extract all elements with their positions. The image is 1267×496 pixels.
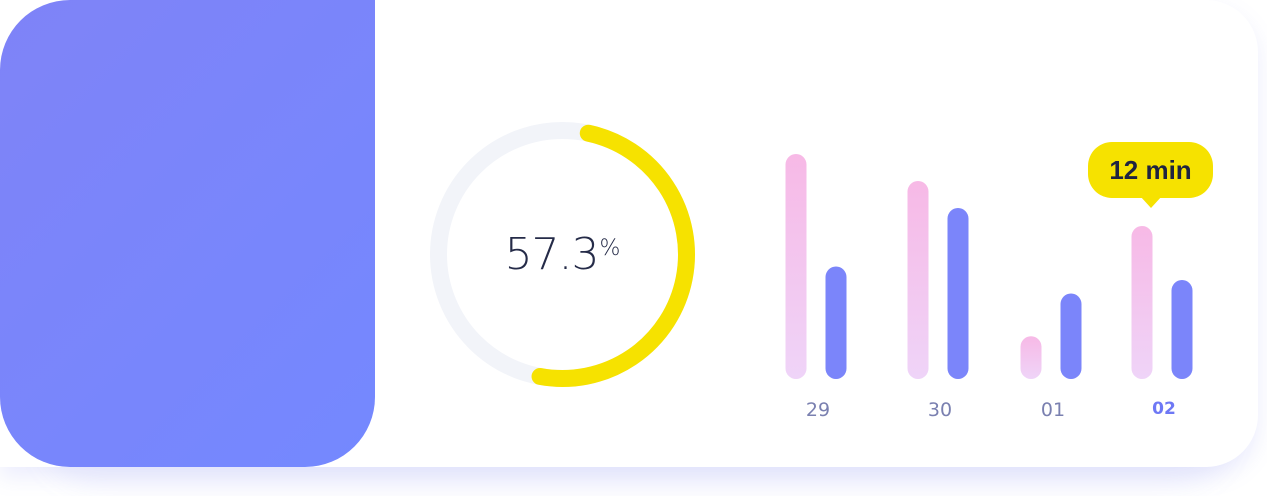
progress-unit: % xyxy=(599,236,621,261)
side-panel xyxy=(0,0,375,467)
bar-tooltip: 12 min xyxy=(1088,142,1213,198)
x-tick-label-02: 02 xyxy=(1152,399,1176,419)
pink-bar-01[interactable] xyxy=(1020,336,1042,379)
x-tick-label-29: 29 xyxy=(805,399,831,421)
daily-bar-chart: 12 min 29 30 01 02 xyxy=(760,120,1230,440)
blue-bar-29[interactable] xyxy=(825,266,847,380)
pink-bar-29[interactable] xyxy=(785,154,807,379)
stats-card: 57.3 % 12 min 29 30 01 02 xyxy=(0,0,1258,467)
x-tick-label-30: 30 xyxy=(927,399,953,421)
pink-bar-02[interactable] xyxy=(1131,226,1153,379)
x-tick-label-01: 01 xyxy=(1040,399,1066,421)
pink-bar-30[interactable] xyxy=(907,181,929,379)
tooltip-pointer xyxy=(1140,196,1162,208)
blue-bar-30[interactable] xyxy=(947,208,969,379)
blue-bar-02[interactable] xyxy=(1171,280,1193,379)
blue-bar-01[interactable] xyxy=(1060,293,1082,380)
progress-donut: 57.3 % xyxy=(420,112,705,397)
progress-label: 57.3 % xyxy=(420,112,705,397)
progress-value: 57.3 xyxy=(504,229,600,280)
